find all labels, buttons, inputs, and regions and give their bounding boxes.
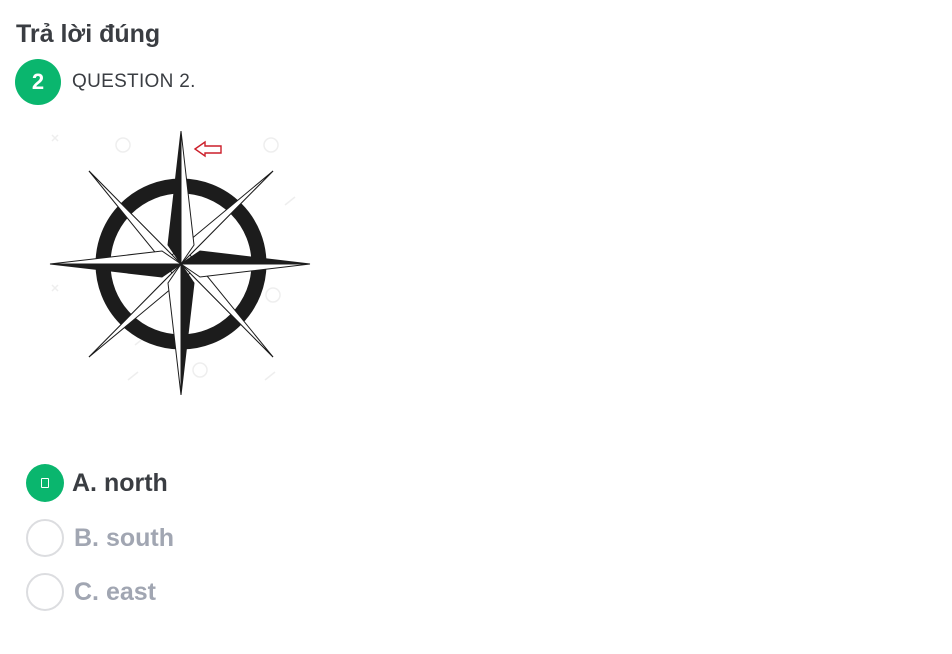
- answer-option-a[interactable]: A. north: [26, 463, 168, 503]
- answer-selected-indicator[interactable]: [26, 464, 64, 502]
- question-number-badge: 2: [15, 59, 61, 105]
- answer-option-c[interactable]: C. east: [26, 572, 156, 612]
- check-icon: [41, 478, 49, 488]
- answer-option-label: C. east: [74, 578, 156, 606]
- question-image: [40, 125, 322, 405]
- answer-radio[interactable]: [26, 573, 64, 611]
- answer-option-b[interactable]: B. south: [26, 518, 174, 558]
- answer-option-label: A. north: [72, 469, 168, 497]
- compass-rose-icon: [49, 130, 311, 396]
- result-heading: Trả lời đúng: [16, 20, 161, 48]
- answer-radio[interactable]: [26, 519, 64, 557]
- question-label: QUESTION 2.: [72, 71, 196, 92]
- arrow-left-outline-icon: [193, 140, 222, 158]
- answer-option-label: B. south: [74, 524, 174, 552]
